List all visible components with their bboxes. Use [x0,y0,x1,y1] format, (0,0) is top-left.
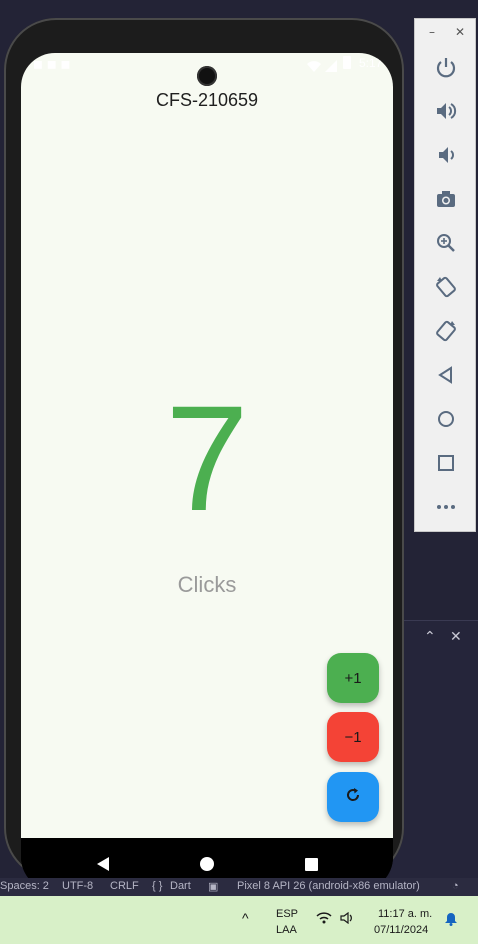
encoding-indicator[interactable]: UTF-8 [62,880,93,892]
camera-icon [437,191,455,207]
signal-icon [325,57,337,72]
refresh-icon [345,787,361,807]
line-endings-indicator[interactable]: CRLF [110,880,139,892]
panel-close-button[interactable]: ✕ [450,629,462,645]
clock-time[interactable]: 11:17 a. m. [378,908,432,920]
phone-screen: ◼ ◼ ◼ 5:17 CFS-210659 7 Clicks +1 −1 [21,53,393,891]
language-indicator[interactable]: Dart [170,880,191,892]
app-title: CFS-210659 [155,90,259,110]
back-triangle-icon [97,857,109,871]
app-surface: ◼ ◼ ◼ 5:17 CFS-210659 7 Clicks +1 −1 [21,53,393,838]
language-top[interactable]: ESP [276,908,298,920]
volume-up-button[interactable] [431,96,461,126]
notifications-bell-icon[interactable] [444,912,458,929]
terminal-icon: ▣ [208,881,219,893]
battery-icon [343,56,351,69]
more-icon [437,505,455,509]
wifi-icon [307,57,321,72]
more-button[interactable] [431,492,461,522]
volume-down-icon [439,147,454,163]
volume-tray-icon[interactable] [340,911,356,927]
overview-square-icon [305,858,318,871]
rotate-right-button[interactable] [431,316,461,346]
back-button[interactable] [431,360,461,390]
nav-back-button[interactable] [91,852,115,876]
decrement-button[interactable]: −1 [327,712,379,762]
minimize-button[interactable]: – [429,25,435,39]
camera-cutout [197,66,217,86]
close-button[interactable]: ✕ [455,25,465,39]
volume-up-icon [437,103,457,119]
power-button[interactable] [431,52,461,82]
panel-collapse-button[interactable]: ⌃ [424,629,436,645]
counter-label: Clicks [177,572,237,597]
zoom-button[interactable] [431,228,461,258]
overview-icon [438,455,454,471]
taskbar: ^ ESP LAA 11:17 a. m. 07/11/2024 [0,896,478,944]
home-button[interactable] [431,404,461,434]
clock-date[interactable]: 07/11/2024 [374,924,428,936]
ide-status-bar: Spaces: 2 UTF-8 CRLF { } Dart ▣ Pixel 8 … [0,878,478,896]
rotate-left-icon [436,276,456,298]
status-icons-left: ◼ ◼ ◼ [33,57,71,71]
reset-button[interactable] [327,772,379,822]
phone-frame: ◼ ◼ ◼ 5:17 CFS-210659 7 Clicks +1 −1 [4,18,404,891]
home-circle-icon [200,857,214,871]
zoom-icon [437,234,455,252]
status-time: 5:17 [359,56,383,70]
emulator-toolbar: – ✕ [414,18,476,532]
home-icon [438,411,454,427]
device-indicator[interactable]: Pixel 8 API 26 (android-x86 emulator) [237,880,420,892]
tray-chevron-icon[interactable]: ^ [242,910,249,926]
overview-button[interactable] [431,448,461,478]
notification-icon[interactable]: ◔ [452,880,459,892]
nav-home-button[interactable] [195,852,219,876]
power-icon [436,58,456,78]
nav-overview-button[interactable] [299,852,323,876]
language-bottom[interactable]: LAA [276,924,297,936]
volume-down-button[interactable] [431,140,461,170]
spaces-indicator[interactable]: Spaces: 2 [0,880,49,892]
back-icon [438,366,452,384]
increment-button[interactable]: +1 [327,653,379,703]
screenshot-button[interactable] [431,184,461,214]
rotate-right-icon [436,320,456,342]
rotate-left-button[interactable] [431,272,461,302]
braces-icon: { } [152,880,163,892]
counter-value: 7 [165,374,249,542]
wifi-tray-icon[interactable] [316,912,332,927]
